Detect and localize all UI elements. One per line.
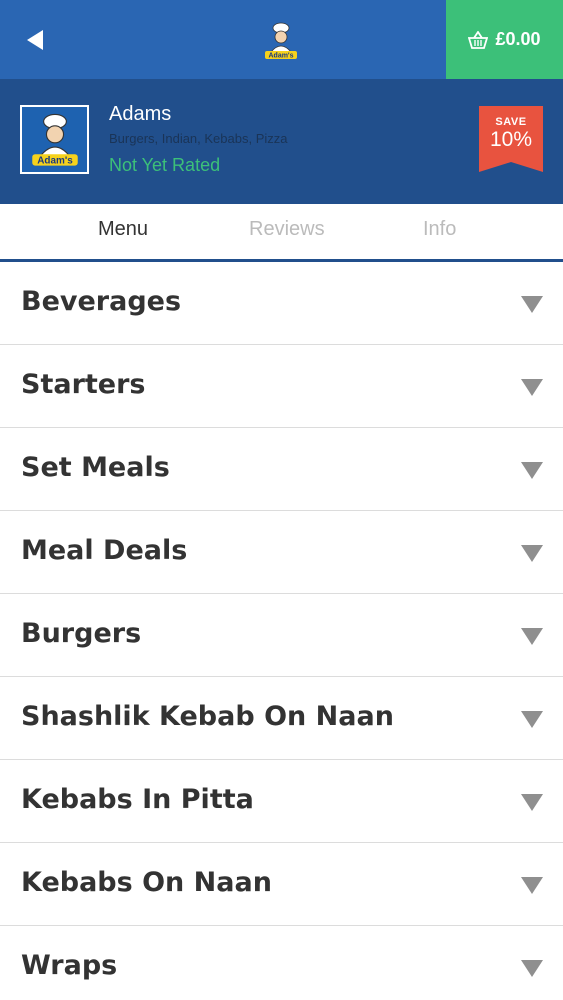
logo-text-small: Adam's	[268, 53, 293, 60]
menu-category-wraps[interactable]: Wraps	[0, 926, 563, 1000]
menu-category-label: Set Meals	[21, 452, 170, 483]
menu-category-label: Kebabs In Pitta	[21, 784, 254, 815]
chevron-down-icon	[521, 794, 543, 811]
basket-icon	[468, 30, 489, 49]
top-app-bar: Adam's £0.00	[0, 0, 563, 79]
menu-category-shashlik-kebab-on-naan[interactable]: Shashlik Kebab On Naan	[0, 677, 563, 760]
basket-button[interactable]: £0.00	[446, 0, 563, 79]
menu-category-starters[interactable]: Starters	[0, 345, 563, 428]
menu-category-kebabs-on-naan[interactable]: Kebabs On Naan	[0, 843, 563, 926]
restaurant-rating: Not Yet Rated	[109, 155, 221, 175]
restaurant-name: Adams	[109, 103, 172, 125]
tab-menu[interactable]: Menu	[98, 218, 148, 241]
menu-category-label: Shashlik Kebab On Naan	[21, 701, 394, 732]
menu-category-label: Kebabs On Naan	[21, 867, 272, 898]
menu-category-label: Starters	[21, 369, 146, 400]
chevron-down-icon	[521, 462, 543, 479]
menu-category-burgers[interactable]: Burgers	[0, 594, 563, 677]
chevron-down-icon	[521, 628, 543, 645]
basket-total: £0.00	[495, 29, 541, 49]
restaurant-cuisines: Burgers, Indian, Kebabs, Pizza	[109, 131, 288, 146]
back-button[interactable]	[0, 0, 70, 79]
restaurant-logo: Adam's	[20, 105, 89, 174]
chevron-down-icon	[521, 296, 543, 313]
tab-reviews[interactable]: Reviews	[249, 218, 325, 241]
menu-category-label: Beverages	[21, 286, 182, 317]
chevron-down-icon	[521, 379, 543, 396]
save-label: SAVE	[495, 116, 527, 128]
menu-category-set-meals[interactable]: Set Meals	[0, 428, 563, 511]
menu-category-label: Meal Deals	[21, 535, 188, 566]
menu-category-beverages[interactable]: Beverages	[0, 262, 563, 345]
tab-bar: Menu Reviews Info	[0, 204, 563, 262]
save-value: 10%	[489, 128, 533, 151]
menu-category-kebabs-in-pitta[interactable]: Kebabs In Pitta	[0, 760, 563, 843]
back-arrow-icon	[27, 29, 43, 50]
menu-category-meal-deals[interactable]: Meal Deals	[0, 511, 563, 594]
chef-logo-icon: Adam's	[31, 113, 78, 166]
menu-category-label: Burgers	[21, 618, 142, 649]
menu-category-label: Wraps	[21, 950, 118, 981]
save-badge: SAVE 10%	[479, 106, 543, 172]
restaurant-logo-small: Adam's	[265, 22, 297, 60]
tab-info[interactable]: Info	[423, 218, 456, 241]
menu-category-list: Beverages Starters Set Meals Meal Deals …	[0, 262, 563, 1000]
chevron-down-icon	[521, 960, 543, 977]
logo-text: Adam's	[37, 155, 73, 166]
chevron-down-icon	[521, 711, 543, 728]
chevron-down-icon	[521, 545, 543, 562]
chevron-down-icon	[521, 877, 543, 894]
restaurant-header: Adam's Adams Burgers, Indian, Kebabs, Pi…	[0, 79, 563, 204]
